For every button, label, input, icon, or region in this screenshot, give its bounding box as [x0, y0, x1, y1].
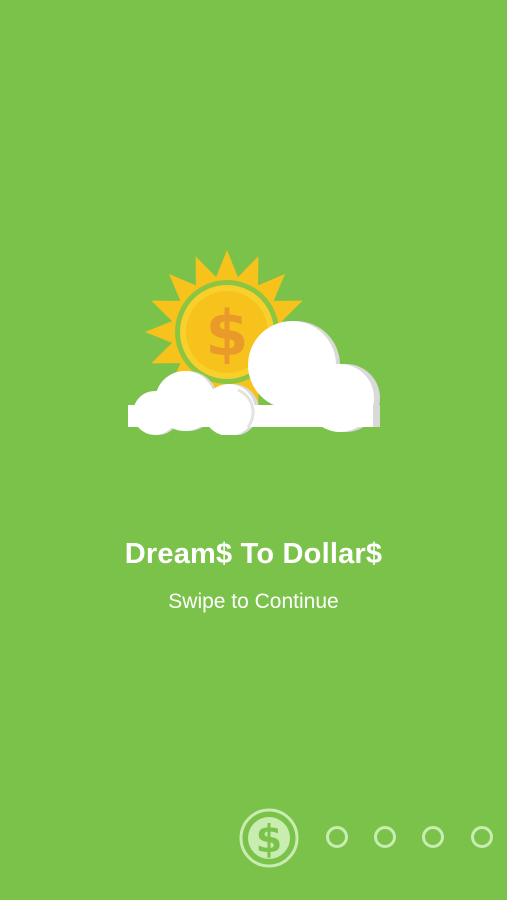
- dollar-coin-logo-icon[interactable]: $: [238, 807, 300, 869]
- page-dot-3[interactable]: [422, 826, 444, 848]
- page-indicator[interactable]: $: [238, 807, 507, 869]
- page-dot-1[interactable]: [326, 826, 348, 848]
- onboarding-screen[interactable]: $ Dream$ To Dollar$ Swipe to Continue $: [0, 0, 507, 900]
- dollar-sign: $: [205, 297, 248, 370]
- onboarding-title: Dream$ To Dollar$: [124, 538, 383, 570]
- page-dot-4[interactable]: [471, 826, 493, 848]
- sun-dollar-cloud-illustration: $: [128, 250, 380, 435]
- page-dot-2[interactable]: [374, 826, 396, 848]
- swipe-hint: Swipe to Continue: [168, 590, 339, 613]
- logo-dollar-sign: $: [256, 817, 282, 861]
